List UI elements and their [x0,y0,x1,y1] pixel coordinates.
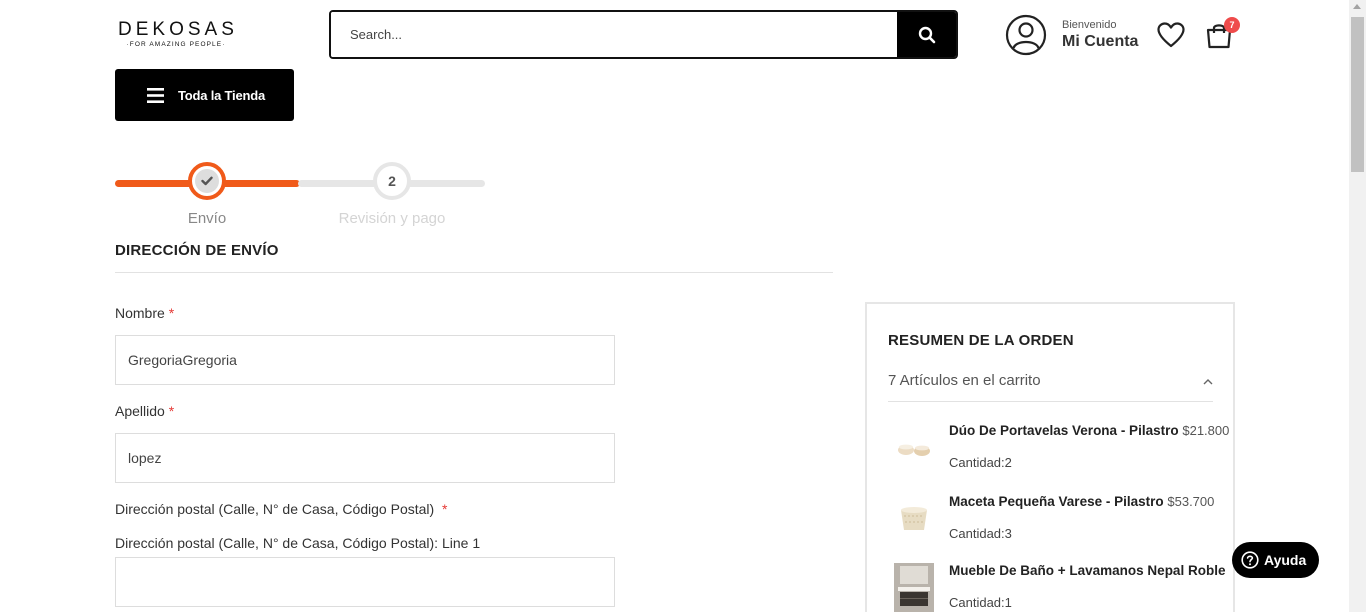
scrollbar-thumb[interactable] [1351,17,1364,172]
summary-divider [888,401,1213,402]
order-summary-panel: RESUMEN DE LA ORDEN 7 Artículos en el ca… [865,302,1235,612]
cart-item: Dúo De Portavelas Verona - Pilastro $21.… [888,423,1229,483]
quantity-label: Cantidad: [949,526,1005,541]
step-shipping-indicator [188,162,226,200]
menu-icon [147,87,164,103]
quantity-label: Cantidad: [949,455,1005,470]
cart-item-title[interactable]: Maceta Pequeña Varese - Pilastro [949,494,1164,509]
last-name-input[interactable] [115,433,615,483]
chevron-up-icon [1203,379,1213,385]
help-button[interactable]: Ayuda [1232,542,1319,578]
help-label: Ayuda [1264,552,1307,568]
cart-items-count[interactable]: 7 Artículos en el carrito [888,372,1041,389]
all-store-button[interactable]: Toda la Tienda [115,69,294,121]
first-name-label-text: Nombre [115,305,165,321]
cart-item-name: Maceta Pequeña Varese - Pilastro $53.700 [949,494,1214,509]
first-name-label: Nombre * [115,305,174,321]
section-divider [115,272,833,273]
shipping-section-title: DIRECCIÓN DE ENVÍO [115,242,279,259]
quantity-value: 3 [1004,526,1012,541]
last-name-label-text: Apellido [115,403,165,419]
logo-tagline: ·FOR AMAZING PEOPLE· [126,41,226,48]
search-icon [918,26,935,43]
street-line1-label: Dirección postal (Calle, N° de Casa, Cód… [115,535,481,551]
wishlist-button[interactable] [1157,22,1185,53]
user-icon [1005,14,1047,56]
logo-wordmark: DEKOSAS [118,19,238,40]
cart-item-price: $53.700 [1167,494,1215,509]
cart-item-quantity: Cantidad:1 [949,595,1012,610]
search-bar [329,10,958,59]
quantity-value: 2 [1004,455,1012,470]
product-thumbnail [901,507,927,530]
search-input[interactable] [331,12,897,57]
quantity-value: 1 [1004,595,1012,610]
cart-item-quantity: Cantidad:3 [949,526,1012,541]
step-shipping-label: Envío [187,210,227,227]
cart-item-title[interactable]: Dúo De Portavelas Verona - Pilastro [949,423,1179,438]
search-button[interactable] [897,12,956,57]
step-review-indicator: 2 [373,162,411,200]
account-name[interactable]: Mi Cuenta [1062,32,1138,52]
cart-item-name: Dúo De Portavelas Verona - Pilastro $21.… [949,423,1229,438]
cart-item-price: $21.800 [1182,423,1230,438]
check-icon [201,176,213,186]
order-summary-title: RESUMEN DE LA ORDEN [888,332,1074,349]
step-review-label: Revisión y pago [338,210,446,227]
page-scrollbar[interactable] [1349,0,1366,612]
first-name-input[interactable] [115,335,615,385]
street-address-label-text: Dirección postal (Calle, N° de Casa, Cód… [115,501,435,517]
cart-item: Mueble De Baño + Lavamanos Nepal Roble C… [888,563,1228,612]
cart-item: Maceta Pequeña Varese - Pilastro $53.700… [888,494,1228,554]
street-address-label: Dirección postal (Calle, N° de Casa, Cód… [115,501,447,517]
scroll-up-arrow[interactable] [1353,4,1361,9]
product-thumbnail [894,563,934,612]
required-marker: * [168,305,175,321]
cart-item-quantity: Cantidad:2 [949,455,1012,470]
product-thumbnail [898,444,930,456]
site-logo[interactable]: DEKOSAS ·FOR AMAZING PEOPLE· [118,19,238,49]
cart-count-badge: 7 [1224,17,1240,33]
required-marker: * [441,501,448,517]
heart-icon [1157,22,1185,48]
last-name-label: Apellido * [115,403,174,419]
account-link[interactable]: Bienvenido Mi Cuenta [1005,14,1138,56]
collapse-toggle[interactable] [1203,372,1213,390]
cart-item-title[interactable]: Mueble De Baño + Lavamanos Nepal Roble [949,563,1225,578]
account-welcome: Bienvenido [1062,18,1117,31]
cart-item-name: Mueble De Baño + Lavamanos Nepal Roble [949,563,1225,578]
quantity-label: Cantidad: [949,595,1005,610]
required-marker: * [168,403,175,419]
all-store-label: Toda la Tienda [178,87,266,103]
street-line1-input[interactable] [115,557,615,607]
question-icon [1241,551,1259,569]
